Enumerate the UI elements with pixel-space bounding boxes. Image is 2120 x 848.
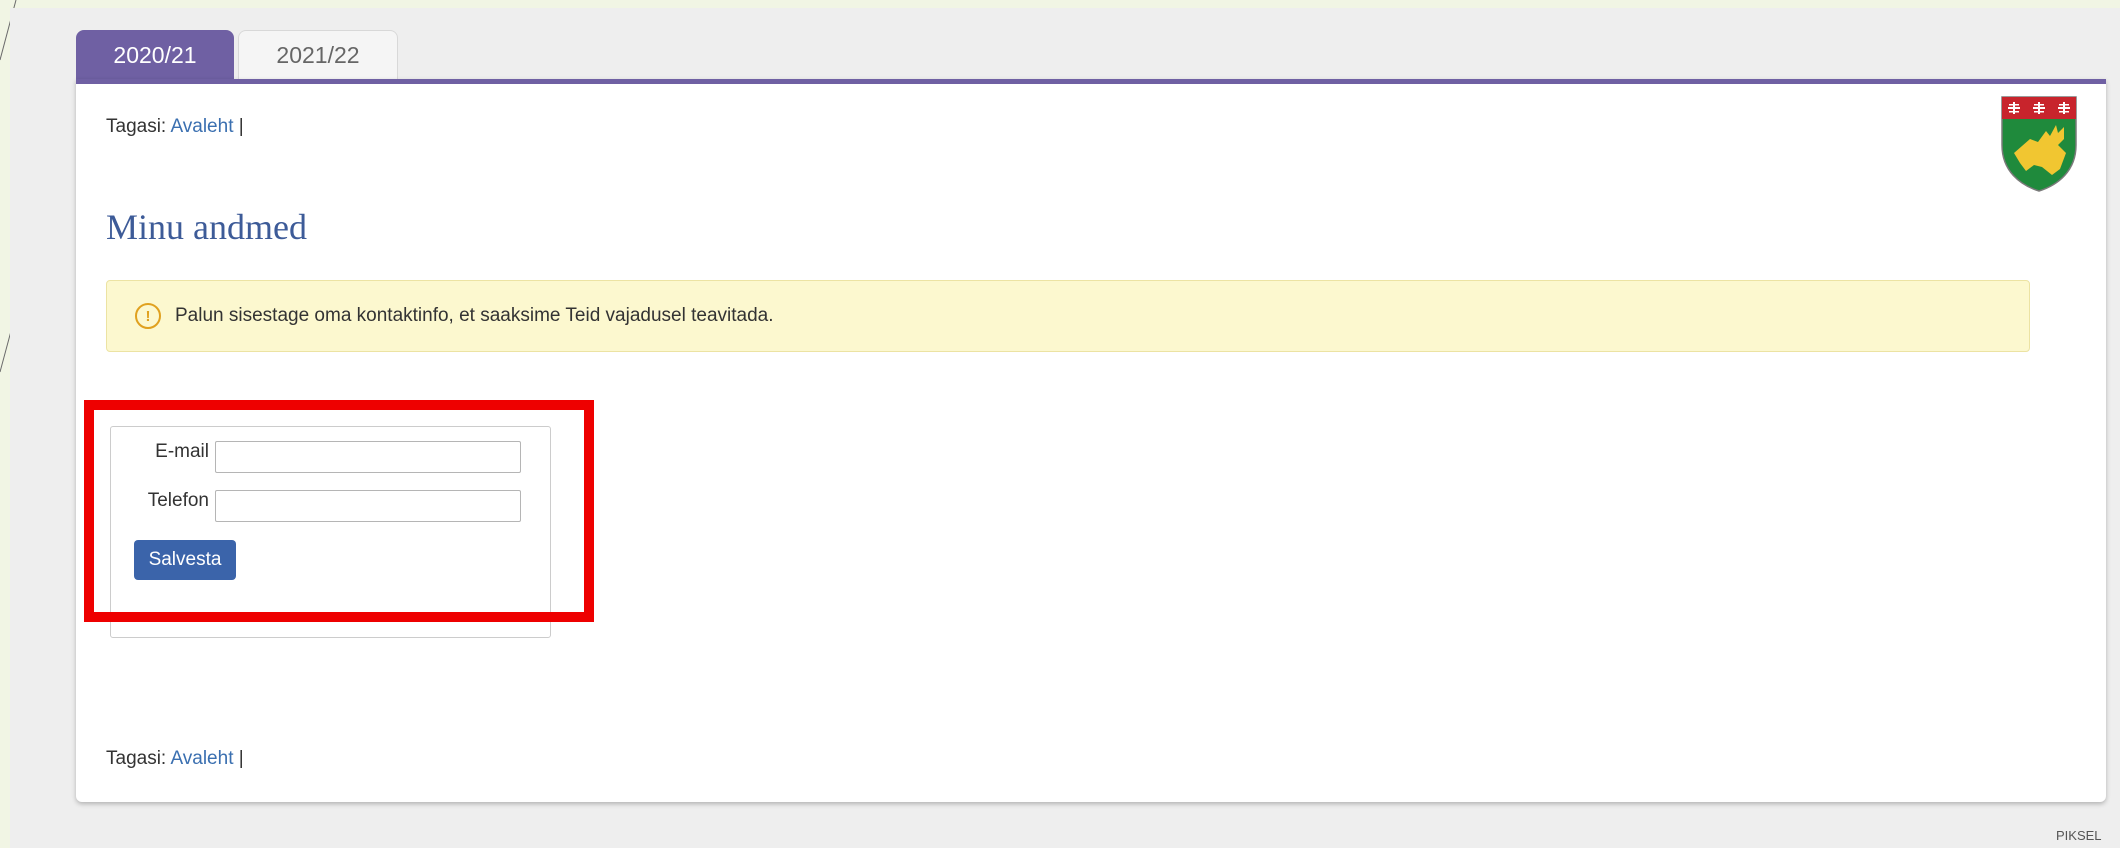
alert-message: Palun sisestage oma kontaktinfo, et saak… [175, 305, 774, 326]
highlight-frame [84, 400, 594, 622]
coat-of-arms-icon [2001, 96, 2077, 192]
breadcrumb-separator: | [238, 116, 244, 137]
page-title: Minu andmed [106, 207, 307, 247]
tab-2021-22[interactable]: 2021/22 [238, 30, 398, 80]
breadcrumb-separator: | [238, 748, 244, 769]
breadcrumb-home-link[interactable]: Avaleht [170, 116, 233, 137]
breadcrumb-home-link[interactable]: Avaleht [170, 748, 233, 769]
breadcrumb-top: Tagasi: Avaleht | [106, 116, 244, 138]
breadcrumb-prefix: Tagasi: [106, 116, 167, 137]
exclamation-circle-icon: ! [135, 303, 161, 329]
breadcrumb-prefix: Tagasi: [106, 748, 167, 769]
breadcrumb-bottom: Tagasi: Avaleht | [106, 748, 244, 770]
info-alert: ! Palun sisestage oma kontaktinfo, et sa… [106, 280, 2030, 352]
tab-2020-21[interactable]: 2020/21 [76, 30, 234, 80]
footer-brand: PIKSEL [2056, 828, 2102, 843]
